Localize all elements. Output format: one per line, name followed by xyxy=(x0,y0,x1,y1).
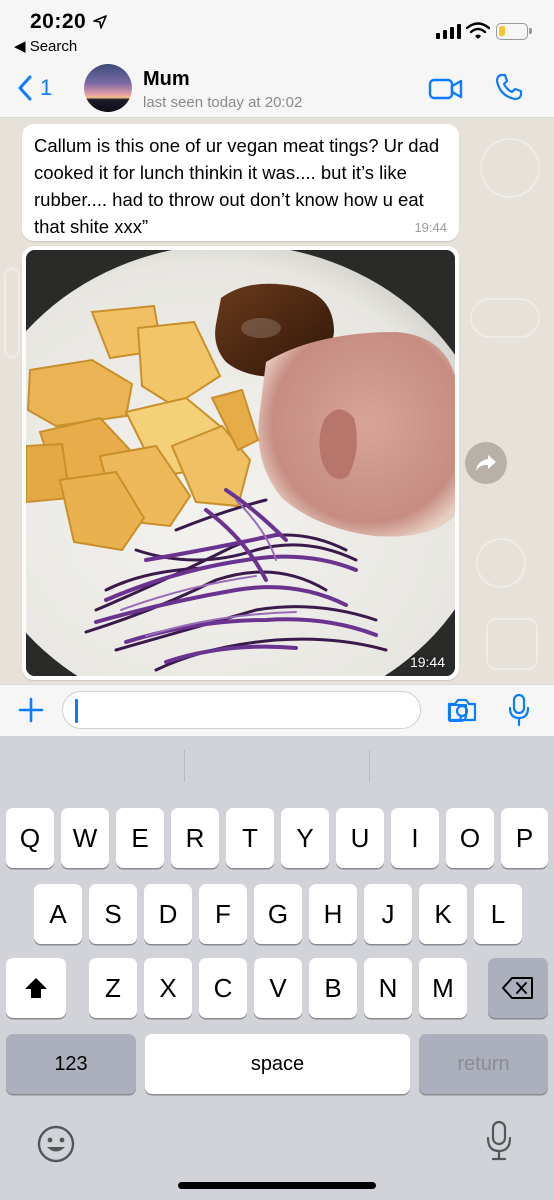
key-n[interactable]: N xyxy=(364,958,412,1018)
signal-icon xyxy=(436,24,461,39)
back-to-app-link[interactable]: ◀ Search xyxy=(14,37,77,55)
unread-count: 1 xyxy=(40,75,53,100)
microphone-icon[interactable] xyxy=(508,693,530,727)
key-t[interactable]: T xyxy=(226,808,274,868)
contact-name[interactable]: Mum xyxy=(143,68,190,91)
contact-avatar[interactable] xyxy=(84,64,132,112)
key-p[interactable]: P xyxy=(501,808,548,868)
key-i[interactable]: I xyxy=(391,808,439,868)
key-y[interactable]: Y xyxy=(281,808,329,868)
key-f[interactable]: F xyxy=(199,884,247,944)
backspace-icon xyxy=(502,977,533,999)
message-input[interactable] xyxy=(62,691,467,729)
shift-arrow-icon xyxy=(25,978,47,998)
space-key[interactable]: space xyxy=(145,1034,410,1094)
message-input-bar xyxy=(0,684,554,736)
dictation-microphone-icon[interactable] xyxy=(486,1120,512,1162)
wallpaper-doodle xyxy=(470,298,540,338)
chat-area[interactable]: Callum is this one of ur vegan meat ting… xyxy=(0,118,554,684)
suggestion-divider xyxy=(369,750,370,782)
contact-last-seen: last seen today at 20:02 xyxy=(143,94,303,111)
key-w[interactable]: W xyxy=(61,808,109,868)
food-photo[interactable]: 19:44 xyxy=(26,250,455,676)
forward-arrow-icon xyxy=(476,455,496,471)
key-l[interactable]: L xyxy=(474,884,522,944)
key-s[interactable]: S xyxy=(89,884,137,944)
food-photo-image xyxy=(26,250,455,676)
shift-key[interactable] xyxy=(6,958,66,1018)
wallpaper-doodle xyxy=(480,138,540,198)
key-u[interactable]: U xyxy=(336,808,384,868)
wifi-icon xyxy=(466,22,490,39)
key-q[interactable]: Q xyxy=(6,808,54,868)
chat-header: 1 Mum last seen today at 20:02 xyxy=(0,60,554,118)
incoming-photo-bubble[interactable]: 19:44 xyxy=(22,246,459,680)
message-timestamp: 19:44 xyxy=(414,220,447,235)
forward-button[interactable] xyxy=(465,442,507,484)
key-z[interactable]: Z xyxy=(89,958,137,1018)
key-m[interactable]: M xyxy=(419,958,467,1018)
battery-icon xyxy=(496,23,532,40)
key-a[interactable]: A xyxy=(34,884,82,944)
key-g[interactable]: G xyxy=(254,884,302,944)
wallpaper-doodle xyxy=(486,618,538,670)
chevron-left-icon xyxy=(18,75,32,101)
status-bar: 20:20 ◀ Search xyxy=(0,0,554,60)
key-h[interactable]: H xyxy=(309,884,357,944)
key-v[interactable]: V xyxy=(254,958,302,1018)
back-button[interactable]: 1 xyxy=(16,74,52,102)
numbers-key[interactable]: 123 xyxy=(6,1034,136,1094)
key-d[interactable]: D xyxy=(144,884,192,944)
status-time: 20:20 xyxy=(30,10,87,33)
wallpaper-doodle xyxy=(476,538,526,588)
key-c[interactable]: C xyxy=(199,958,247,1018)
plus-icon[interactable] xyxy=(16,695,46,725)
wallpaper-doodle xyxy=(4,268,20,358)
video-call-icon[interactable] xyxy=(428,76,464,102)
key-o[interactable]: O xyxy=(446,808,494,868)
key-e[interactable]: E xyxy=(116,808,164,868)
location-arrow-icon xyxy=(93,15,107,29)
photo-timestamp: 19:44 xyxy=(409,654,445,670)
key-x[interactable]: X xyxy=(144,958,192,1018)
backspace-key[interactable] xyxy=(488,958,548,1018)
suggestion-divider xyxy=(184,750,185,782)
keyboard: Q W E R T Y U I O P A S D F G H J K L Z … xyxy=(0,736,554,1200)
emoji-icon[interactable] xyxy=(36,1124,76,1164)
key-j[interactable]: J xyxy=(364,884,412,944)
key-b[interactable]: B xyxy=(309,958,357,1018)
home-indicator[interactable] xyxy=(178,1182,376,1189)
key-k[interactable]: K xyxy=(419,884,467,944)
camera-icon[interactable] xyxy=(446,697,478,723)
incoming-message-bubble[interactable]: Callum is this one of ur vegan meat ting… xyxy=(22,124,459,241)
key-r[interactable]: R xyxy=(171,808,219,868)
phone-call-icon[interactable] xyxy=(494,72,524,102)
message-text: Callum is this one of ur vegan meat ting… xyxy=(34,135,440,237)
return-key[interactable]: return xyxy=(419,1034,548,1094)
text-caret xyxy=(75,699,78,723)
